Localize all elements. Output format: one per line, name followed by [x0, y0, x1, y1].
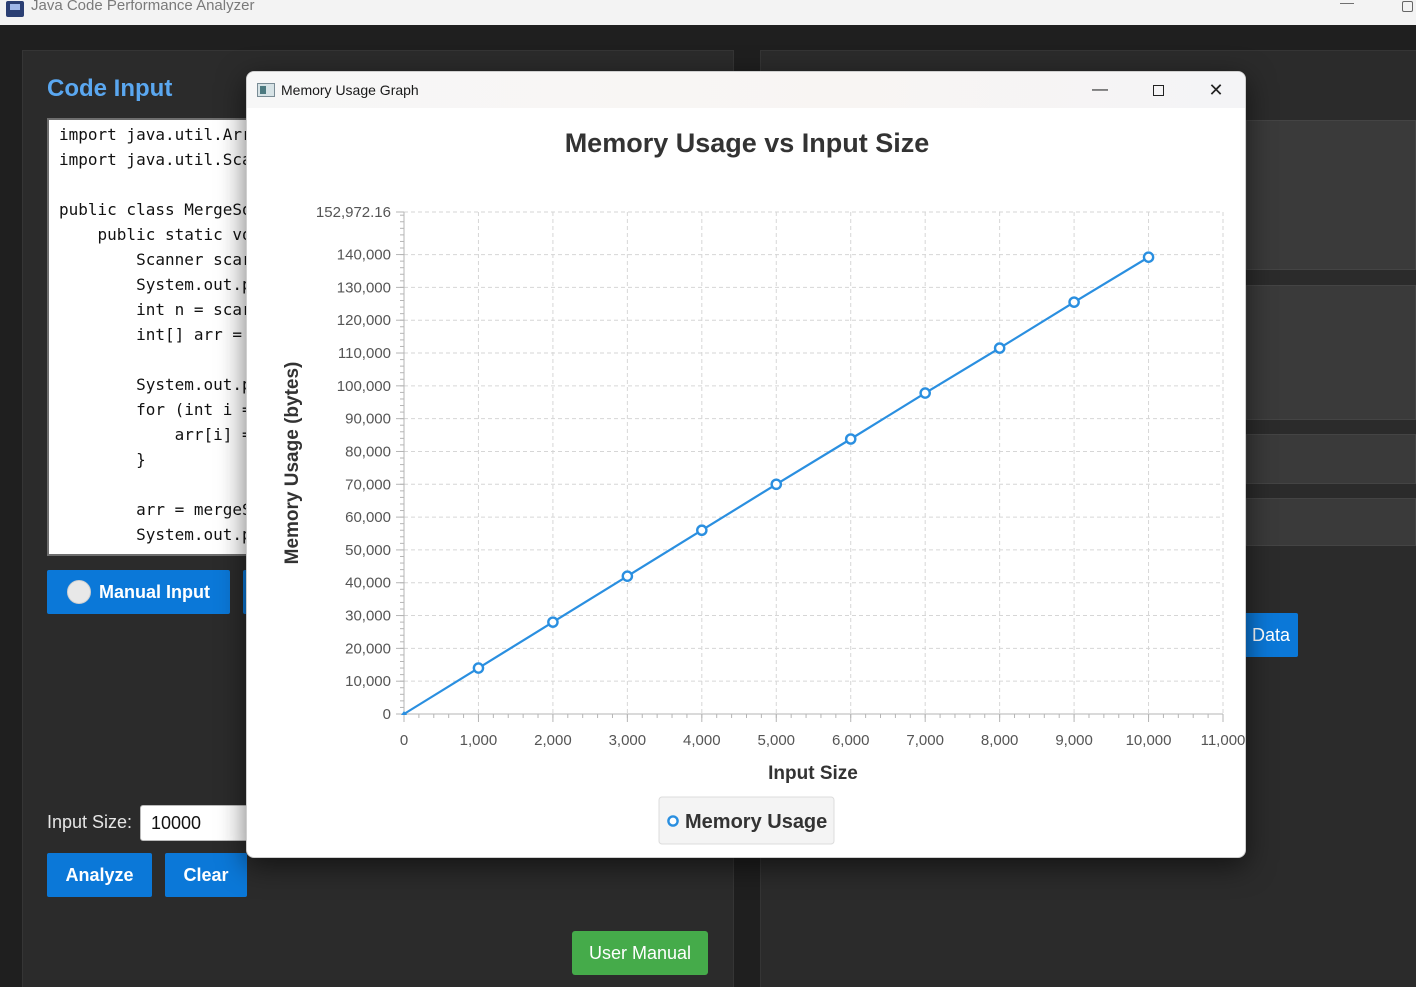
x-tick-label: 2,000 — [534, 732, 572, 749]
y-tick-label: 10,000 — [345, 673, 391, 690]
results-card — [1246, 434, 1416, 484]
y-tick-label: 140,000 — [337, 247, 391, 264]
y-tick-label: 120,000 — [337, 312, 391, 329]
maximize-icon[interactable] — [1129, 72, 1187, 108]
x-axis-label: Input Size — [768, 763, 858, 784]
results-card — [1246, 285, 1416, 420]
manual-input-button[interactable]: Manual Input — [47, 570, 230, 614]
input-size-label: Input Size: — [47, 812, 133, 832]
x-tick-label: 7,000 — [906, 732, 944, 749]
data-point — [844, 433, 857, 445]
memory-chart: 0 1,000 2,000 3,000 4,000 5,000 6,000 7,000 8,00… — [282, 128, 1246, 845]
dialog-titlebar: Memory Usage Graph — ✕ — [247, 72, 1245, 108]
radio-icon — [67, 580, 91, 604]
window-title: Java Code Performance Analyzer — [31, 0, 255, 14]
y-tick-label: 100,000 — [337, 378, 391, 395]
x-tick-label: 9,000 — [1055, 732, 1093, 749]
y-axis-label: Memory Usage (bytes) — [282, 362, 303, 565]
data-button[interactable]: Data — [1240, 613, 1298, 657]
x-tick-label: 3,000 — [609, 732, 647, 749]
x-tick-label: 5,000 — [757, 732, 795, 749]
x-tick-label: 11,000 — [1201, 732, 1246, 749]
y-tick-label: 152,972.16 — [316, 204, 391, 221]
data-point — [621, 570, 634, 582]
y-tick-label: 0 — [383, 706, 391, 723]
y-tick-label: 110,000 — [338, 345, 391, 362]
y-tick-label: 20,000 — [345, 640, 391, 657]
results-card — [1246, 498, 1416, 546]
y-tick-label: 130,000 — [337, 279, 391, 296]
dialog-title: Memory Usage Graph — [281, 82, 419, 98]
app-icon — [6, 1, 24, 17]
y-tick-label: 70,000 — [345, 476, 391, 493]
x-tick-label: 1,000 — [460, 732, 498, 749]
memory-graph-dialog: Memory Usage Graph — ✕ 0 1,000 2,000 3,000 4… — [246, 71, 1246, 858]
y-tick-label: 60,000 — [345, 509, 391, 526]
data-point — [547, 616, 559, 628]
y-tick-label: 90,000 — [345, 411, 391, 428]
clear-button[interactable]: Clear — [165, 853, 247, 897]
x-tick-label: 4,000 — [683, 732, 721, 749]
data-point — [993, 342, 1006, 354]
input-size-field[interactable] — [140, 805, 260, 841]
data-point — [1142, 251, 1155, 263]
chart-title: Memory Usage vs Input Size — [565, 128, 930, 158]
minimize-icon[interactable]: — — [1340, 0, 1354, 10]
manual-input-label: Manual Input — [99, 581, 210, 602]
data-point — [472, 662, 485, 674]
close-icon[interactable]: ✕ — [1187, 72, 1245, 108]
data-point — [696, 524, 708, 537]
results-card — [1246, 120, 1416, 270]
legend-label: Memory Usage — [685, 811, 827, 833]
legend-marker — [667, 815, 679, 827]
user-manual-button[interactable]: User Manual — [572, 931, 708, 975]
window-icon — [257, 83, 275, 97]
x-tick-label: 6,000 — [832, 732, 870, 749]
maximize-icon[interactable] — [1402, 1, 1413, 12]
minimize-icon[interactable]: — — [1071, 72, 1129, 108]
data-point — [919, 387, 931, 399]
section-title: Code Input — [47, 75, 173, 102]
x-tick-label: 0 — [400, 732, 408, 749]
data-point — [1068, 296, 1080, 308]
x-tick-label: 8,000 — [981, 732, 1019, 749]
data-point — [770, 478, 783, 491]
y-tick-label: 50,000 — [345, 542, 391, 559]
main-titlebar: Java Code Performance Analyzer — — [0, 0, 1416, 25]
analyze-button[interactable]: Analyze — [47, 853, 152, 897]
y-tick-label: 80,000 — [345, 443, 391, 460]
x-tick-label: 10,000 — [1126, 732, 1172, 749]
y-tick-label: 30,000 — [345, 608, 391, 625]
y-tick-label: 40,000 — [345, 575, 391, 592]
